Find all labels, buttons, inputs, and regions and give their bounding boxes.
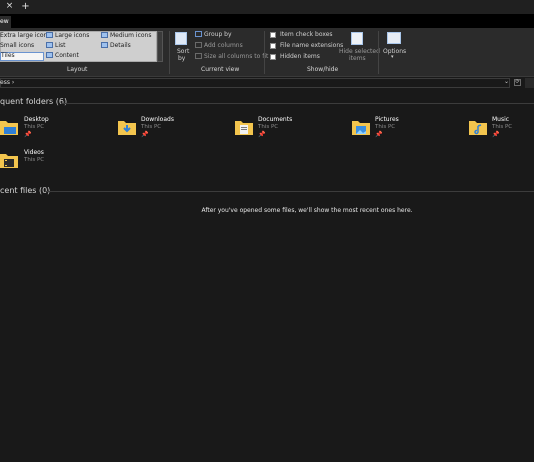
group-label-layout: Layout bbox=[67, 66, 88, 73]
pin-icon: 📌 bbox=[141, 131, 149, 138]
group-label-current-view: Current view bbox=[201, 66, 240, 73]
music-folder-icon bbox=[469, 121, 487, 135]
downloads-folder-icon bbox=[118, 121, 136, 135]
recent-empty-message: After you've opened some files, we'll sh… bbox=[201, 207, 413, 214]
medium-icons-icon bbox=[101, 32, 108, 38]
folder-location: This PC bbox=[492, 124, 513, 130]
options-dropdown-icon[interactable]: ▾ bbox=[391, 53, 394, 61]
hide-selected-button-2[interactable]: items bbox=[349, 55, 366, 63]
layout-tiles[interactable]: Tiles bbox=[1, 52, 15, 60]
layout-details[interactable]: Details bbox=[101, 42, 131, 50]
close-tab-icon[interactable]: × bbox=[4, 1, 15, 12]
documents-folder-icon bbox=[235, 121, 253, 135]
add-columns-button[interactable]: Add columns bbox=[195, 42, 243, 50]
pin-icon: 📌 bbox=[375, 131, 383, 138]
title-bar bbox=[0, 0, 534, 14]
layout-extra-large-icons[interactable]: Extra large icons bbox=[0, 32, 50, 40]
layout-large-icons[interactable]: Large icons bbox=[46, 32, 89, 40]
folder-location: This PC bbox=[141, 124, 162, 130]
status-bar bbox=[0, 452, 534, 462]
item-check-boxes-checkbox[interactable] bbox=[270, 32, 276, 38]
file-name-extensions-label: File name extensions bbox=[280, 42, 344, 49]
file-name-extensions-checkbox[interactable] bbox=[270, 43, 276, 49]
layout-gallery-scroll[interactable] bbox=[157, 31, 163, 62]
details-icon bbox=[101, 42, 108, 48]
sort-by-button-label-2[interactable]: by bbox=[178, 55, 185, 63]
folder-name[interactable]: Downloads bbox=[141, 116, 174, 123]
ribbon-separator bbox=[264, 31, 265, 74]
content-icon bbox=[46, 52, 53, 58]
address-field[interactable] bbox=[0, 78, 510, 88]
hidden-items-label: Hidden items bbox=[280, 53, 320, 60]
options-icon bbox=[387, 32, 401, 44]
tab-view[interactable]: ew bbox=[0, 16, 11, 28]
item-check-boxes-label: Item check boxes bbox=[280, 31, 333, 38]
recent-files-heading[interactable]: cent files (0) bbox=[0, 186, 50, 195]
pin-icon: 📌 bbox=[492, 131, 500, 138]
add-tab-icon[interactable]: + bbox=[20, 1, 31, 12]
folder-name[interactable]: Pictures bbox=[375, 116, 399, 123]
group-by-button[interactable]: Group by bbox=[195, 31, 232, 39]
breadcrumb-chevron-icon: › bbox=[11, 79, 15, 86]
folder-location: This PC bbox=[24, 157, 45, 163]
section-divider bbox=[45, 191, 534, 192]
breadcrumb[interactable]: ess › bbox=[0, 79, 14, 87]
group-label-show-hide: Show/hide bbox=[307, 66, 339, 73]
layout-content[interactable]: Content bbox=[46, 52, 79, 60]
desktop-folder-icon bbox=[0, 121, 18, 135]
ribbon-separator bbox=[169, 31, 170, 74]
layout-small-icons[interactable]: Small icons bbox=[0, 42, 34, 50]
folder-location: This PC bbox=[375, 124, 396, 130]
ribbon-tab-row bbox=[0, 14, 534, 28]
folder-name[interactable]: Documents bbox=[258, 116, 292, 123]
pin-icon: 📌 bbox=[258, 131, 266, 138]
size-columns-icon bbox=[195, 53, 202, 59]
folder-name[interactable]: Videos bbox=[24, 149, 44, 156]
size-columns-button[interactable]: Size all columns to fit bbox=[195, 53, 268, 61]
list-icon bbox=[46, 42, 53, 48]
hide-selected-icon bbox=[351, 32, 363, 45]
videos-folder-icon bbox=[0, 154, 18, 168]
folder-name[interactable]: Music bbox=[492, 116, 509, 123]
address-dropdown-icon[interactable]: ⌄ bbox=[504, 78, 509, 86]
frequent-folders-heading[interactable]: quent folders (6) bbox=[0, 97, 67, 106]
pin-icon: 📌 bbox=[24, 131, 32, 138]
folder-location: This PC bbox=[24, 124, 45, 130]
sort-icon bbox=[175, 32, 187, 45]
layout-medium-icons[interactable]: Medium icons bbox=[101, 32, 151, 40]
layout-list[interactable]: List bbox=[46, 42, 66, 50]
add-columns-icon bbox=[195, 42, 202, 48]
folder-name[interactable]: Desktop bbox=[24, 116, 49, 123]
pictures-folder-icon bbox=[352, 121, 370, 135]
refresh-icon[interactable]: ⟳ bbox=[514, 79, 521, 86]
search-box[interactable] bbox=[525, 78, 534, 88]
hidden-items-checkbox[interactable] bbox=[270, 54, 276, 60]
ribbon-separator bbox=[378, 31, 379, 74]
large-icons-icon bbox=[46, 32, 53, 38]
group-by-icon bbox=[195, 31, 202, 37]
options-button[interactable]: Options bbox=[383, 48, 406, 56]
folder-location: This PC bbox=[258, 124, 279, 130]
section-divider bbox=[61, 103, 534, 104]
